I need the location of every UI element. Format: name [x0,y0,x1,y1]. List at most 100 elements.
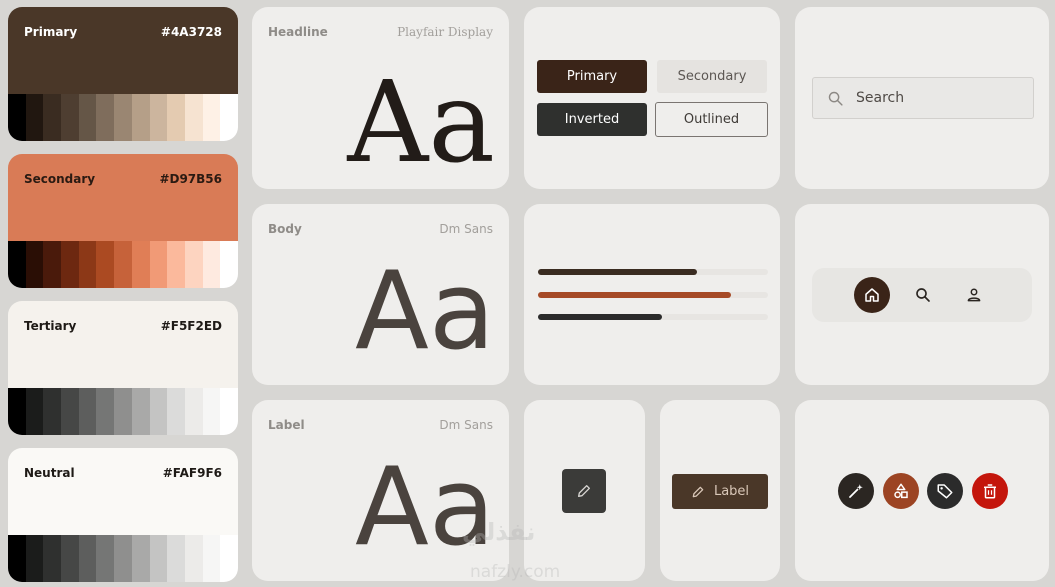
swatch-primary: Primary #4A3728 [8,7,238,141]
bottom-navigation-bar [812,268,1032,322]
swatch-hex: #4A3728 [160,25,222,39]
search-icon [827,90,847,107]
tone-step [202,241,221,288]
tone-step [96,388,115,435]
tone-step [61,388,79,435]
tone-step [220,535,238,582]
tone-step [167,388,185,435]
tone-step [61,241,79,288]
fab-icons-card [795,400,1049,581]
outlined-button[interactable]: Outlined [655,102,768,137]
tone-step [43,535,62,582]
label-button[interactable]: Label [672,474,768,509]
swatch-header: Primary #4A3728 [8,7,238,94]
edit-icon-button[interactable] [562,469,606,513]
trash-icon[interactable] [972,473,1008,509]
watermark-latin: nafzly.com [470,562,561,582]
tone-step [184,535,203,582]
swatch-name: Neutral [24,466,75,480]
label-type-card: Label Dm Sans Aa [252,400,509,581]
tonal-steps [8,94,238,141]
tag-icon[interactable] [927,473,963,509]
tone-step [25,388,44,435]
secondary-button[interactable]: Secondary [657,60,767,93]
type-role-label: Headline [268,25,328,39]
progress-fill [538,292,732,298]
tone-step [25,535,44,582]
tonal-steps [8,388,238,435]
progress-bar [538,314,768,320]
progress-fill [538,314,663,320]
search-card: Search [795,7,1049,189]
tone-step [61,94,79,141]
tone-step [78,388,97,435]
tone-step [202,535,221,582]
tone-step [220,241,238,288]
tone-step [149,94,168,141]
tone-step [114,94,132,141]
label-button-card: Label [660,400,780,581]
tone-step [96,241,115,288]
tone-step [114,535,132,582]
progress-bar [538,292,768,298]
label-button-text: Label [713,484,750,499]
tone-step [184,388,203,435]
swatch-header: Tertiary #F5F2ED [8,301,238,388]
tone-step [8,241,26,288]
type-role-label: Body [268,222,302,236]
tone-step [131,388,150,435]
tone-step [220,388,238,435]
tone-step [149,241,168,288]
tone-step [61,535,79,582]
shapes-icon[interactable] [883,473,919,509]
swatch-hex: #F5F2ED [160,319,222,333]
buttons-card: Primary Secondary Inverted Outlined [524,7,780,189]
tone-step [96,94,115,141]
tone-step [43,388,62,435]
headline-type-card: Headline Playfair Display Aa [252,7,509,189]
tone-step [149,388,168,435]
tone-step [184,94,203,141]
tone-step [8,94,26,141]
tone-step [25,94,44,141]
swatch-name: Secondary [24,172,96,186]
tone-step [43,94,62,141]
pencil-icon [578,485,590,497]
pencil-icon [692,486,704,497]
tone-step [78,94,97,141]
tone-step [78,241,97,288]
type-font-name: Dm Sans [439,222,493,236]
tone-step [220,94,238,141]
person-icon[interactable] [956,277,992,313]
swatch-tertiary: Tertiary #F5F2ED [8,301,238,435]
swatch-secondary: Secondary #D97B56 [8,154,238,288]
tone-step [25,241,44,288]
tone-step [131,94,150,141]
tone-step [202,94,221,141]
icon-button-card [524,400,645,581]
body-type-card: Body Dm Sans Aa [252,204,509,385]
magic-wand-icon[interactable] [838,473,874,509]
swatch-hex: #FAF9F6 [162,466,222,480]
tone-step [8,388,26,435]
tone-step [149,535,168,582]
tone-step [184,241,203,288]
tone-step [8,535,26,582]
tone-step [167,535,185,582]
progress-card [524,204,780,385]
home-icon[interactable] [854,277,890,313]
type-font-name: Dm Sans [439,418,493,432]
search-placeholder: Search [856,90,905,106]
inverted-button[interactable]: Inverted [537,103,647,136]
swatch-name: Primary [24,25,78,39]
swatch-header: Secondary #D97B56 [8,154,238,241]
tone-step [131,241,150,288]
search-field[interactable]: Search [812,77,1034,119]
tone-step [167,94,185,141]
progress-fill [538,269,697,275]
primary-button[interactable]: Primary [537,60,647,93]
search-icon[interactable] [905,277,941,313]
swatch-header: Neutral #FAF9F6 [8,448,238,535]
tone-step [131,535,150,582]
type-font-name: Playfair Display [397,25,493,39]
